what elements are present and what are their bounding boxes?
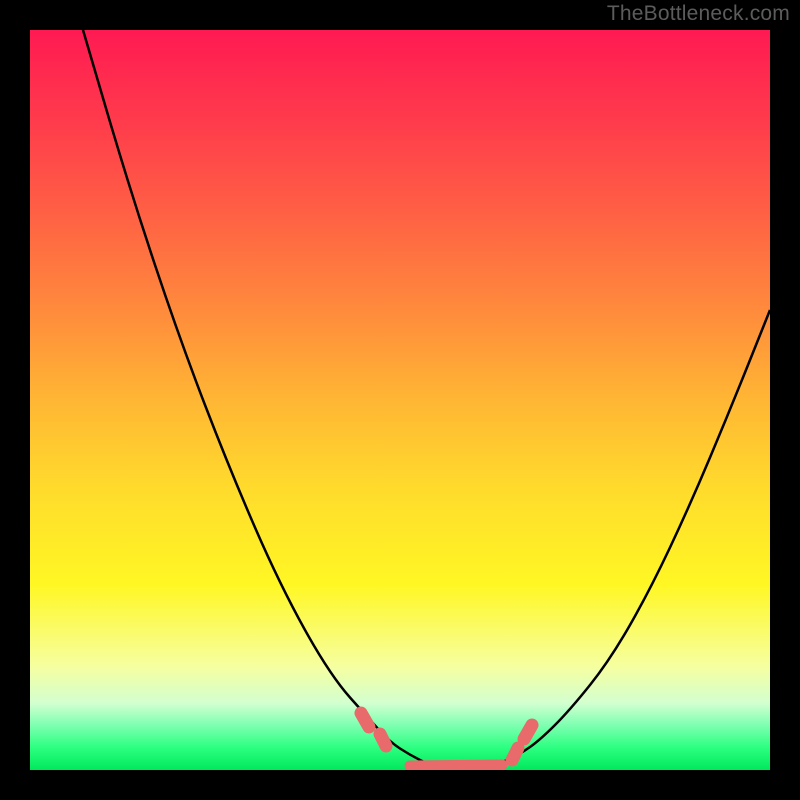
chart-frame: TheBottleneck.com [0,0,800,800]
bottom-line-marker [410,765,502,766]
left-lower-marker [380,734,386,746]
plot-area [30,30,770,770]
plot-svg [30,30,770,770]
watermark-text: TheBottleneck.com [607,2,790,26]
right-lower-marker [512,748,518,760]
left-curve [83,30,430,765]
right-curve [495,310,770,765]
left-upper-marker [361,713,369,727]
right-upper-marker [524,725,532,739]
